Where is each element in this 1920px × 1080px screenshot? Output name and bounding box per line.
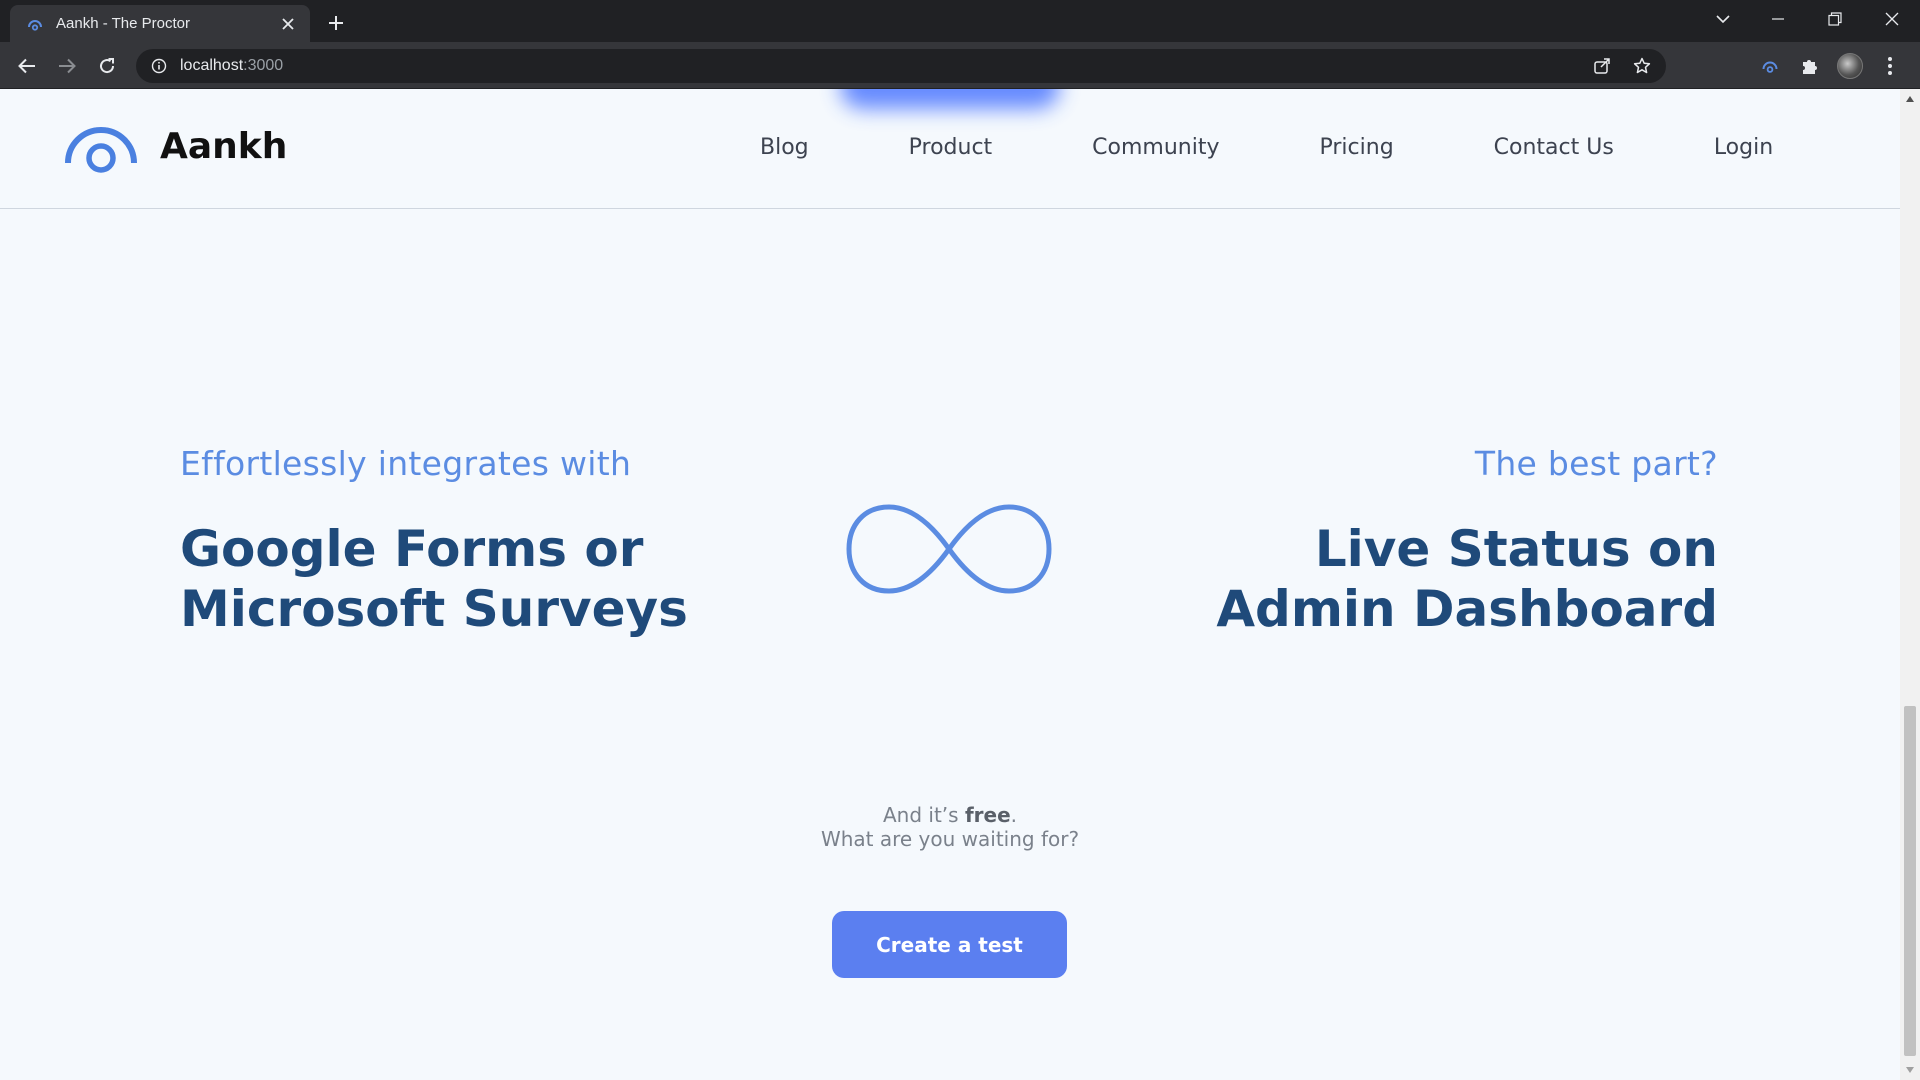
cta-line1: And it’s free.	[0, 803, 1900, 827]
site-info-icon[interactable]	[150, 57, 168, 75]
nav-link-blog[interactable]: Blog	[760, 135, 809, 160]
profile-avatar[interactable]	[1835, 51, 1865, 81]
new-tab-plus-icon[interactable]	[324, 11, 348, 35]
extensions-area	[1755, 51, 1905, 81]
feature-headline: Live Status on Admin Dashboard	[1158, 519, 1718, 639]
window-controls	[1749, 0, 1920, 38]
aankh-favicon-icon	[26, 15, 44, 33]
cta-line1-prefix: And it’s	[882, 803, 965, 827]
page-scrollbar[interactable]	[1900, 89, 1920, 1080]
brand-home-link[interactable]: Aankh	[64, 119, 287, 173]
page-viewport: Aankh Blog Product Community Pricing Con…	[0, 89, 1900, 1080]
integration-headline-line2: Microsoft Surveys	[180, 580, 688, 638]
cta-text: And it’s free. What are you waiting for?	[0, 803, 1900, 851]
url-port: :3000	[243, 57, 284, 74]
nav-link-login[interactable]: Login	[1714, 135, 1773, 160]
bookmark-star-icon[interactable]	[1630, 54, 1654, 78]
integration-headline-line1: Google Forms or	[180, 520, 644, 578]
nav-link-product[interactable]: Product	[909, 135, 993, 160]
back-arrow-icon[interactable]	[12, 51, 42, 81]
browser-toolbar: localhost:3000	[0, 42, 1920, 89]
aankh-extension-icon[interactable]	[1755, 51, 1785, 81]
browser-tab[interactable]: Aankh - The Proctor	[10, 5, 310, 42]
integration-section: Effortlessly integrates with Google Form…	[180, 444, 700, 639]
tab-title: Aankh - The Proctor	[56, 15, 190, 32]
scroll-up-arrow-icon[interactable]	[1900, 91, 1920, 107]
brand-name: Aankh	[160, 125, 288, 167]
tab-search-chevron-icon[interactable]	[1711, 7, 1735, 31]
nav-link-community[interactable]: Community	[1092, 135, 1219, 160]
puzzle-extensions-icon[interactable]	[1795, 51, 1825, 81]
reload-icon[interactable]	[92, 51, 122, 81]
feature-headline-line1: Live Status on	[1314, 520, 1718, 578]
create-test-button[interactable]: Create a test	[832, 911, 1067, 978]
site-header: Aankh Blog Product Community Pricing Con…	[0, 89, 1900, 209]
forward-arrow-icon[interactable]	[52, 51, 82, 81]
integration-kicker: Effortlessly integrates with	[180, 444, 632, 483]
share-icon[interactable]	[1590, 54, 1614, 78]
feature-section: The best part? Live Status on Admin Dash…	[1158, 444, 1718, 639]
cta-line2: What are you waiting for?	[820, 827, 1080, 851]
minimize-icon[interactable]	[1749, 0, 1806, 38]
infinity-icon	[846, 504, 1052, 594]
browser-tab-strip: Aankh - The Proctor	[0, 0, 1920, 42]
feature-headline-line2: Admin Dashboard	[1216, 580, 1718, 638]
cta-free-emphasis: free	[964, 803, 1011, 827]
integration-headline: Google Forms or Microsoft Surveys	[180, 519, 700, 639]
scroll-down-arrow-icon[interactable]	[1900, 1062, 1920, 1078]
browser-menu-icon[interactable]	[1875, 51, 1905, 81]
scrollbar-thumb[interactable]	[1904, 706, 1916, 1056]
feature-kicker: The best part?	[1474, 444, 1718, 483]
close-window-icon[interactable]	[1863, 0, 1920, 38]
main-nav: Blog Product Community Pricing Contact U…	[760, 135, 1773, 160]
address-bar[interactable]: localhost:3000	[136, 49, 1666, 83]
tab-close-icon[interactable]	[278, 14, 298, 34]
nav-link-pricing[interactable]: Pricing	[1320, 135, 1394, 160]
aankh-eye-logo-icon	[65, 127, 137, 173]
restore-icon[interactable]	[1806, 0, 1863, 38]
cta-line1-suffix: .	[1010, 803, 1017, 827]
url-host: localhost	[180, 57, 244, 74]
nav-link-contact-us[interactable]: Contact Us	[1494, 135, 1614, 160]
